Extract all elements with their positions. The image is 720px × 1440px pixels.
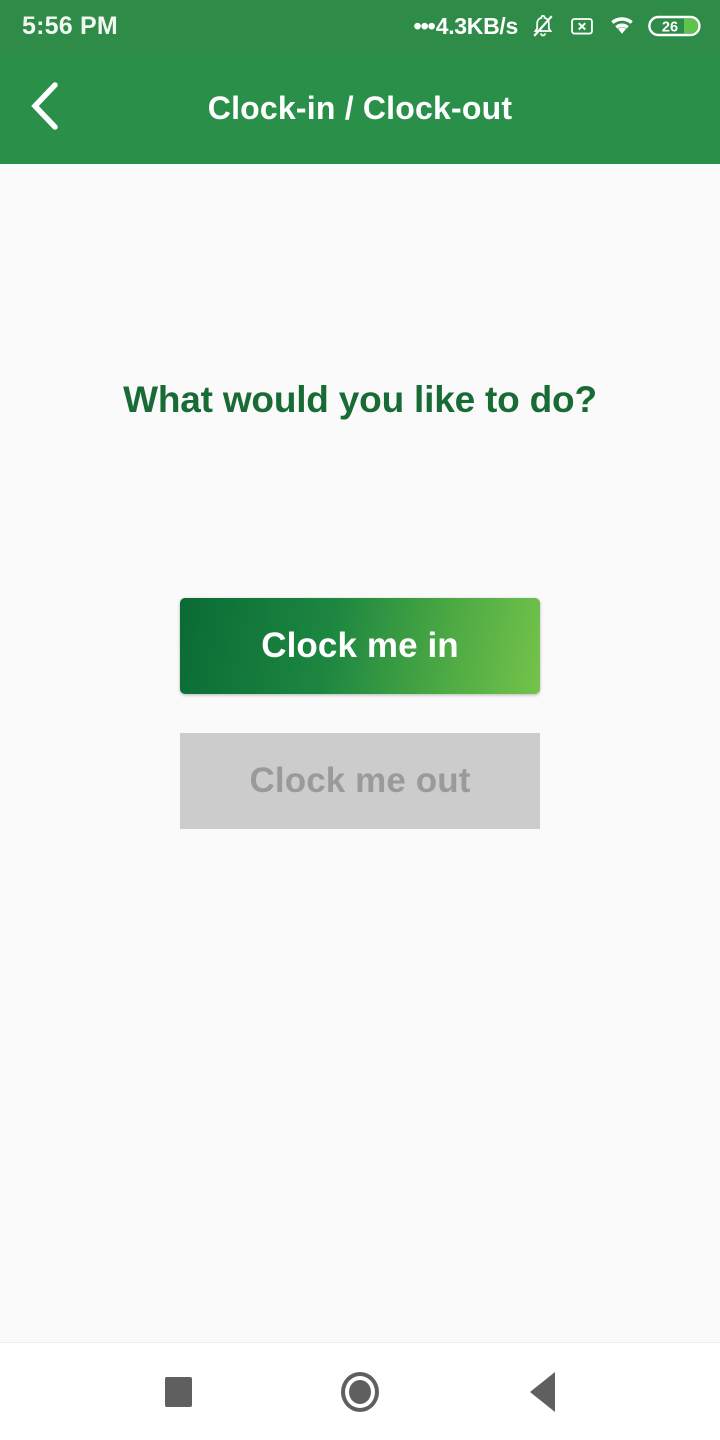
clock-me-out-button: Clock me out	[180, 733, 540, 829]
circle-icon	[341, 1371, 379, 1412]
status-bar: 5:56 PM ••• 4.3KB/s 26	[0, 0, 720, 52]
bell-muted-icon	[529, 12, 557, 40]
app-bar: Clock-in / Clock-out	[0, 52, 720, 164]
prompt-heading: What would you like to do?	[123, 379, 597, 420]
back-button[interactable]	[0, 52, 92, 164]
battery-icon: 26	[648, 12, 702, 40]
network-speed-indicator: ••• 4.3KB/s	[413, 12, 519, 40]
network-speed-value: 4.3KB/s	[435, 12, 519, 39]
nav-recents-button[interactable]	[141, 1355, 215, 1429]
action-button-group: Clock me in Clock me out	[0, 598, 720, 829]
clock-me-in-button[interactable]: Clock me in	[180, 598, 540, 694]
battery-level-text: 26	[662, 19, 678, 35]
square-icon	[164, 1376, 192, 1407]
nav-back-button[interactable]	[505, 1355, 579, 1429]
triangle-left-icon	[529, 1371, 555, 1412]
status-bar-icons: ••• 4.3KB/s 26	[414, 12, 702, 40]
wifi-icon	[607, 12, 637, 40]
page-title: Clock-in / Clock-out	[207, 89, 513, 126]
nav-home-button[interactable]	[323, 1355, 397, 1429]
main-content: What would you like to do? Clock me in C…	[0, 164, 720, 1343]
network-activity-dots-icon: •••	[413, 12, 436, 39]
chevron-left-icon	[23, 77, 69, 140]
android-navigation-bar	[0, 1343, 720, 1440]
status-bar-clock: 5:56 PM	[22, 11, 118, 40]
sim-no-card-icon	[568, 12, 596, 40]
phone-screen: 5:56 PM ••• 4.3KB/s 26 Clock-in / Clock-…	[0, 0, 720, 1440]
